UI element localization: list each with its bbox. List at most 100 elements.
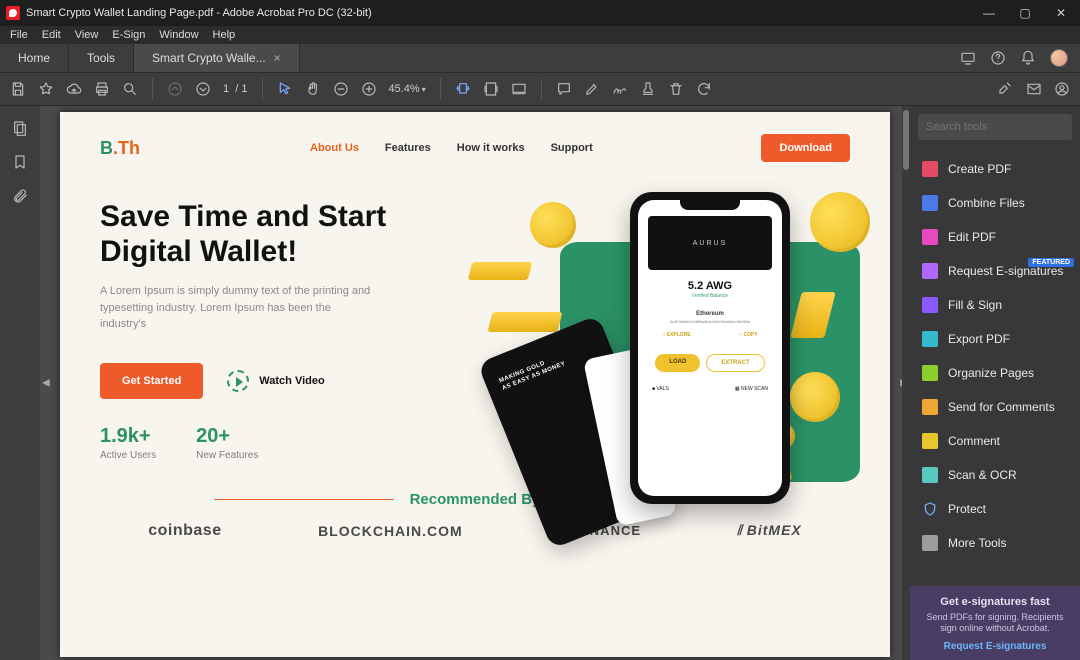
menu-edit[interactable]: Edit (42, 29, 61, 41)
tool-icon (922, 331, 938, 347)
logo-bitmex: BitMEX (738, 522, 802, 539)
page-up-icon[interactable] (167, 81, 183, 97)
hero-headline: Save Time and StartDigital Wallet! (100, 200, 470, 269)
logo-blockchain: BLOCKCHAIN.COM (318, 523, 463, 539)
user-avatar[interactable] (1050, 49, 1068, 67)
vertical-scrollbar[interactable] (902, 106, 910, 660)
highlight-icon[interactable] (584, 81, 600, 97)
tool-protect[interactable]: Protect (910, 492, 1080, 526)
tool-organize-pages[interactable]: Organize Pages (910, 356, 1080, 390)
tool-label: Scan & OCR (948, 468, 1017, 482)
tool-icon (922, 535, 938, 551)
play-icon (227, 370, 249, 392)
tool-send-for-comments[interactable]: Send for Comments (910, 390, 1080, 424)
search-zoom-icon[interactable] (122, 81, 138, 97)
logo-coinbase: coinbase (148, 522, 221, 540)
signature-icon[interactable] (612, 81, 628, 97)
tool-icon (922, 297, 938, 313)
share-screen-icon[interactable] (960, 50, 976, 66)
hero-illustration: MAKING GOLD AS EASY AS MONEY AURUS 5.2 A… (470, 192, 850, 461)
menu-file[interactable]: File (10, 29, 28, 41)
zoom-level[interactable]: 45.4%▾ (389, 83, 426, 95)
featured-badge: FEATURED (1028, 258, 1074, 267)
tab-tools[interactable]: Tools (69, 44, 134, 72)
tool-more-tools[interactable]: More Tools (910, 526, 1080, 560)
fit-page-icon[interactable] (483, 81, 499, 97)
scrollbar-thumb[interactable] (903, 110, 909, 170)
get-started-button[interactable]: Get Started (100, 363, 203, 399)
print-icon[interactable] (94, 81, 110, 97)
nav-features[interactable]: Features (385, 142, 431, 154)
tool-icon (922, 195, 938, 211)
tab-close-icon[interactable]: × (274, 51, 281, 65)
tool-label: Edit PDF (948, 230, 996, 244)
star-icon[interactable] (38, 81, 54, 97)
document-viewport[interactable]: ◀ ▶ B.Th About Us Features How it works … (40, 106, 910, 660)
tool-combine-files[interactable]: Combine Files (910, 186, 1080, 220)
thumbnails-icon[interactable] (12, 120, 28, 136)
bookmark-icon[interactable] (12, 154, 28, 170)
attachments-icon[interactable] (12, 188, 28, 204)
tool-label: Export PDF (948, 332, 1010, 346)
tool-label: Send for Comments (948, 400, 1055, 414)
tool-label: Organize Pages (948, 366, 1034, 380)
redact-icon[interactable] (998, 81, 1014, 97)
watch-video-button[interactable]: Watch Video (227, 370, 324, 392)
pointer-icon[interactable] (277, 81, 293, 97)
cloud-upload-icon[interactable] (66, 81, 82, 97)
tool-label: Comment (948, 434, 1000, 448)
menu-esign[interactable]: E-Sign (112, 29, 145, 41)
tool-export-pdf[interactable]: Export PDF (910, 322, 1080, 356)
page-down-icon[interactable] (195, 81, 211, 97)
tab-document[interactable]: Smart Crypto Walle... × (134, 44, 300, 72)
zoom-in-icon[interactable] (361, 81, 377, 97)
tab-document-label: Smart Crypto Walle... (152, 51, 266, 65)
save-icon[interactable] (10, 81, 26, 97)
read-mode-icon[interactable] (511, 81, 527, 97)
help-icon[interactable] (990, 50, 1006, 66)
tool-create-pdf[interactable]: Create PDF (910, 152, 1080, 186)
close-button[interactable]: ✕ (1054, 6, 1068, 20)
tool-label: Protect (948, 502, 986, 516)
hand-icon[interactable] (305, 81, 321, 97)
tool-edit-pdf[interactable]: Edit PDF (910, 220, 1080, 254)
stamp-icon[interactable] (640, 81, 656, 97)
menu-help[interactable]: Help (213, 29, 236, 41)
tool-fill-sign[interactable]: Fill & Sign (910, 288, 1080, 322)
window-titlebar: Smart Crypto Wallet Landing Page.pdf - A… (0, 0, 1080, 26)
menu-window[interactable]: Window (159, 29, 198, 41)
promo-link[interactable]: Request E-signatures (920, 641, 1070, 652)
tool-icon (922, 229, 938, 245)
nav-how[interactable]: How it works (457, 142, 525, 154)
trash-icon[interactable] (668, 81, 684, 97)
comment-icon[interactable] (556, 81, 572, 97)
nav-support[interactable]: Support (551, 142, 593, 154)
chevron-down-icon: ▾ (422, 85, 426, 94)
main-toolbar: 1 / 1 45.4%▾ (0, 72, 1080, 106)
tool-scan-ocr[interactable]: Scan & OCR (910, 458, 1080, 492)
download-button[interactable]: Download (761, 134, 850, 162)
fit-width-icon[interactable] (455, 81, 471, 97)
stat-users: 1.9k+Active Users (100, 425, 156, 461)
pdf-page: B.Th About Us Features How it works Supp… (60, 112, 890, 657)
tool-request-e-signatures[interactable]: Request E-signaturesFEATURED (910, 254, 1080, 288)
tools-panel: Create PDF Combine Files Edit PDF Request E… (910, 106, 1080, 660)
bell-icon[interactable] (1020, 50, 1036, 66)
zoom-out-icon[interactable] (333, 81, 349, 97)
tool-label: Create PDF (948, 162, 1011, 176)
search-input[interactable] (918, 114, 1072, 140)
minimize-button[interactable]: — (982, 6, 996, 20)
tool-comment[interactable]: Comment (910, 424, 1080, 458)
tab-home[interactable]: Home (0, 44, 69, 72)
shield-icon (922, 501, 938, 517)
mail-icon[interactable] (1026, 81, 1042, 97)
left-nav-rail (0, 106, 40, 660)
maximize-button[interactable]: ▢ (1018, 6, 1032, 20)
nav-about[interactable]: About Us (310, 142, 359, 154)
profile-icon[interactable] (1054, 81, 1070, 97)
illus-phone: AURUS 5.2 AWG Verified Balance Ethereum … (630, 192, 790, 504)
rotate-icon[interactable] (696, 81, 712, 97)
menu-view[interactable]: View (75, 29, 99, 41)
collapse-left-icon[interactable]: ◀ (42, 378, 50, 389)
tool-icon (922, 263, 938, 279)
